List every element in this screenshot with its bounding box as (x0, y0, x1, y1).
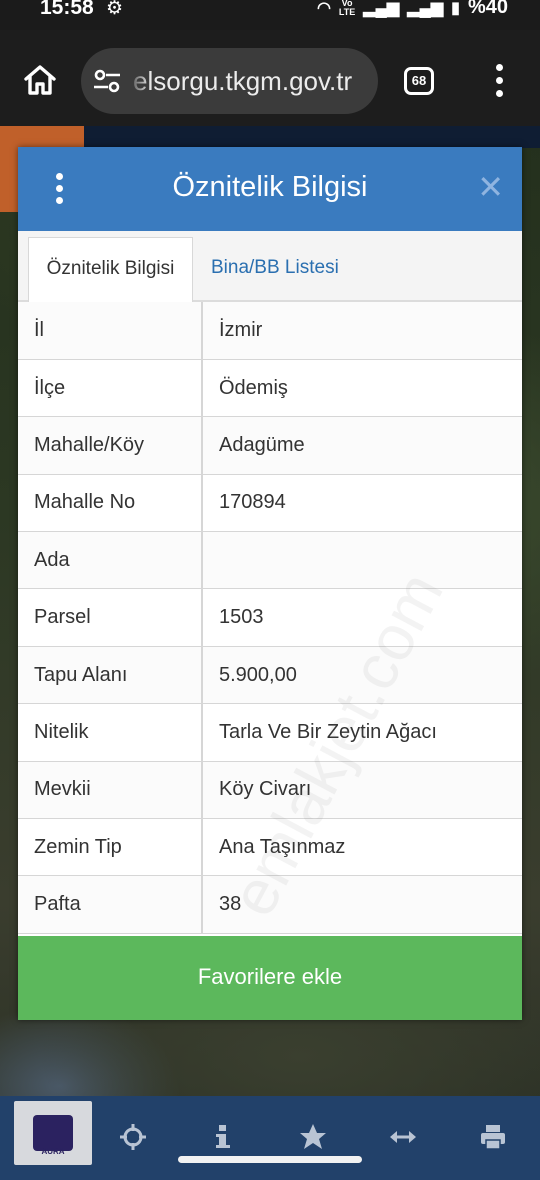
attribute-dialog: Öznitelik Bilgisi ✕ Öznitelik Bilgisi Bi… (18, 147, 522, 1020)
site-settings-icon[interactable] (93, 68, 121, 94)
attribute-key: Mahalle/Köy (18, 416, 203, 475)
tab-switcher-button[interactable]: 68 (404, 67, 434, 95)
battery-icon: ▮ (451, 0, 460, 17)
wifi-icon: ◠ (316, 0, 331, 17)
signal-icon-1: ▂▄▆ (363, 0, 400, 17)
url-fade (127, 48, 151, 114)
table-row: İl İzmir (18, 302, 522, 360)
address-bar[interactable]: elsorgu.tkgm.gov.tr (81, 48, 378, 114)
attribute-value: Köy Civarı (202, 761, 522, 820)
status-bar: 15:58 ⚙ ◠ Vo LTE ▂▄▆ ▂▄▆ ▮ %40 (0, 0, 540, 30)
lte-icon: Vo LTE (338, 0, 356, 17)
dialog-title: Öznitelik Bilgisi (172, 171, 368, 203)
table-row: Parsel 1503 (18, 588, 522, 647)
attribute-key: Ada (18, 531, 203, 590)
attribute-value (202, 531, 522, 590)
home-icon[interactable] (22, 62, 58, 98)
table-row: Pafta 38 (18, 875, 522, 934)
table-row: Zemin Tip Ana Taşınmaz (18, 818, 522, 877)
bottom-toolbar: AURA (0, 1096, 540, 1180)
attribute-key: Tapu Alanı (18, 646, 203, 705)
tab-bina-bb-listesi[interactable]: Bina/BB Listesi (211, 237, 339, 301)
attribute-key: Zemin Tip (18, 818, 203, 877)
table-row: Ada (18, 531, 522, 590)
dialog-tabs: Öznitelik Bilgisi Bina/BB Listesi (18, 231, 522, 303)
crosshair-icon[interactable] (118, 1122, 148, 1152)
logo-mark (33, 1115, 73, 1151)
attribute-value: 1503 (202, 588, 522, 647)
home-indicator[interactable] (178, 1156, 362, 1163)
table-row: İlçe Ödemiş (18, 359, 522, 418)
attribute-key: Pafta (18, 875, 203, 934)
close-icon[interactable]: ✕ (477, 171, 504, 203)
browser-toolbar: elsorgu.tkgm.gov.tr 68 (0, 30, 540, 126)
attribute-key: İl (18, 302, 203, 360)
table-row: Nitelik Tarla Ve Bir Zeytin Ağacı (18, 703, 522, 762)
attribute-value: Ana Taşınmaz (202, 818, 522, 877)
attribute-key: Mevkii (18, 761, 203, 820)
attribute-table: İl İzmir İlçe Ödemiş Mahalle/Köy Adagüme Mahal… (18, 302, 522, 934)
table-row: Mahalle/Köy Adagüme (18, 416, 522, 475)
print-icon[interactable] (478, 1122, 508, 1152)
url-text[interactable]: elsorgu.tkgm.gov.tr (133, 66, 352, 97)
status-indicators: ◠ Vo LTE ▂▄▆ ▂▄▆ ▮ %40 (317, 0, 508, 19)
attribute-value: 38 (202, 875, 522, 934)
add-favorites-button[interactable]: Favorilere ekle (18, 936, 522, 1020)
attribute-key: Mahalle No (18, 474, 203, 533)
table-row: Mahalle No 170894 (18, 474, 522, 533)
info-icon[interactable] (208, 1122, 238, 1152)
measure-icon[interactable] (388, 1122, 418, 1152)
attribute-value: Adagüme (202, 416, 522, 475)
tab-oznitelik-bilgisi[interactable]: Öznitelik Bilgisi (28, 237, 193, 303)
logo-text: AURA (41, 1147, 65, 1156)
attribute-value: İzmir (202, 302, 522, 360)
star-icon[interactable] (298, 1122, 328, 1152)
status-time: 15:58 (40, 0, 94, 19)
signal-icon-2: ▂▄▆ (407, 0, 444, 17)
settings-gear-icon: ⚙ (106, 0, 124, 19)
attribute-value: 170894 (202, 474, 522, 533)
table-row: Mevkii Köy Civarı (18, 761, 522, 820)
attribute-key: Parsel (18, 588, 203, 647)
attribute-key: Nitelik (18, 703, 203, 762)
battery-percent: %40 (467, 0, 508, 18)
attribute-key: İlçe (18, 359, 203, 418)
map-overlay-navy (84, 126, 540, 148)
browser-menu-icon[interactable] (490, 64, 508, 98)
table-row: Tapu Alanı 5.900,00 (18, 646, 522, 705)
attribute-value: Tarla Ve Bir Zeytin Ağacı (202, 703, 522, 762)
attribute-value: 5.900,00 (202, 646, 522, 705)
aura-logo[interactable]: AURA (14, 1101, 92, 1165)
dialog-header: Öznitelik Bilgisi ✕ (18, 147, 522, 231)
attribute-value: Ödemiş (202, 359, 522, 418)
